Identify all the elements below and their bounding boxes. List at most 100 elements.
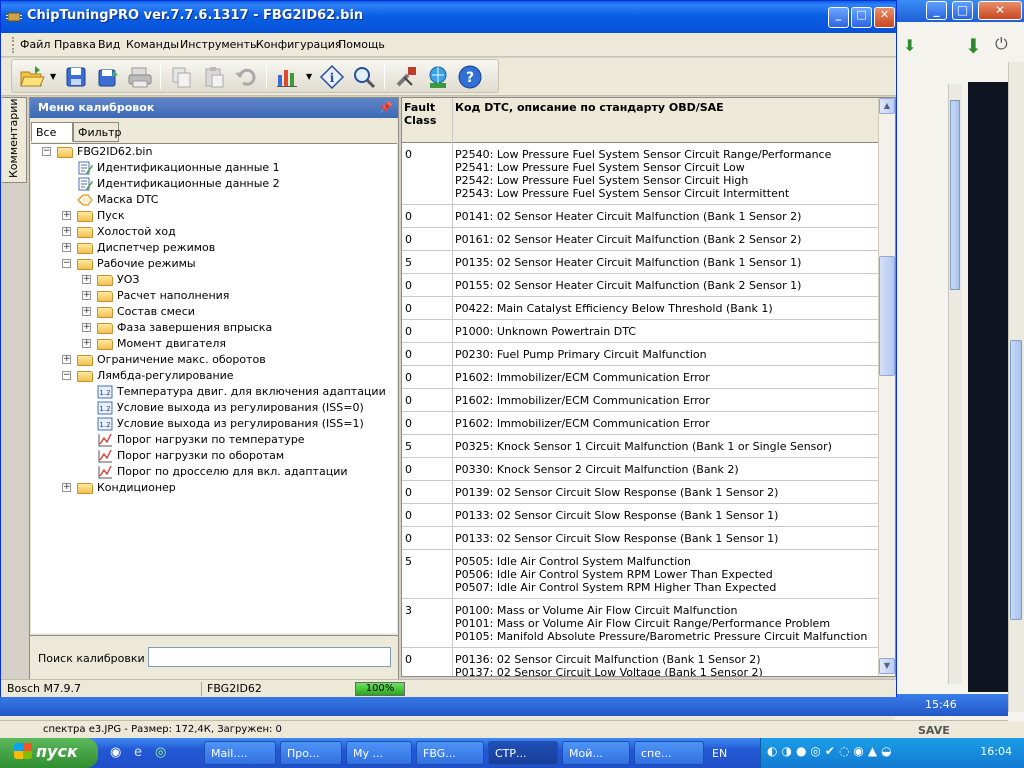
tree-item[interactable]: − Рабочие режимы [31, 256, 397, 272]
collapse-icon[interactable]: − [42, 147, 51, 156]
search-zoom-icon[interactable] [350, 63, 378, 91]
green-arrow-down-icon[interactable]: ⬇ [965, 34, 982, 58]
expand-icon[interactable]: + [82, 291, 91, 300]
table-row[interactable]: 0 P0139: 02 Sensor Circuit Slow Response … [402, 481, 879, 504]
task-opera[interactable]: Про... [280, 741, 342, 765]
save-as-icon[interactable] [94, 63, 122, 91]
tree-item[interactable]: + Пуск [31, 208, 397, 224]
tree-item[interactable]: Порог нагрузки по оборотам [31, 448, 397, 464]
collapse-icon[interactable]: − [62, 371, 71, 380]
open-dropdown-icon[interactable]: ▼ [50, 72, 56, 81]
table-row[interactable]: 0 P0141: 02 Sensor Heater Circuit Malfunc… [402, 205, 879, 228]
tree-item[interactable]: + Фаза завершения впрыска [31, 320, 397, 336]
table-row[interactable]: 3 P0100: Mass or Volume Air Flow Circuit … [402, 599, 879, 648]
table-row[interactable]: 0 P0133: 02 Sensor Circuit Slow Response … [402, 504, 879, 527]
table-row[interactable]: 5 P0135: 02 Sensor Heater Circuit Malfunc… [402, 251, 879, 274]
expand-icon[interactable]: + [62, 355, 71, 364]
menu-configuration[interactable]: Конфигурация [256, 38, 342, 51]
table-row[interactable]: 0 P0330: Knock Sensor 2 Circuit Malfuncti… [402, 458, 879, 481]
table-row[interactable]: 0 P0155: 02 Sensor Heater Circuit Malfunc… [402, 274, 879, 297]
power-icon[interactable]: ⏻ [995, 34, 1008, 54]
table-row[interactable]: 0 P0136: 02 Sensor Circuit Malfunction (B… [402, 648, 879, 676]
background-close-button[interactable]: ✕ [978, 1, 1022, 20]
tree-item[interactable]: + Кондиционер [31, 480, 397, 496]
browser-icon[interactable]: ◎ [155, 745, 166, 760]
chart-dropdown-icon[interactable]: ▼ [306, 72, 312, 81]
menubar-grip[interactable] [12, 37, 15, 53]
tree-item[interactable]: Идентификационные данные 1 [31, 160, 397, 176]
save-label[interactable]: SAVE [918, 724, 950, 737]
menu-help[interactable]: Помощь [338, 38, 385, 51]
close-button[interactable]: ✕ [874, 7, 895, 28]
ie-icon[interactable]: e [134, 745, 142, 760]
copy-icon[interactable] [168, 63, 196, 91]
table-row[interactable]: 5 P0325: Knock Sensor 1 Circuit Malfuncti… [402, 435, 879, 458]
expand-icon[interactable]: + [62, 211, 71, 220]
quicklaunch-icon[interactable]: ◉ [110, 745, 121, 760]
tray-clock[interactable]: 16:04 [980, 745, 1012, 758]
menu-file[interactable]: Файл [20, 38, 50, 51]
tree-item[interactable]: 1.2 Условие выхода из регулирования (ISS=… [31, 400, 397, 416]
tree-item[interactable]: + Состав смеси [31, 304, 397, 320]
chart-tool-icon[interactable] [274, 63, 302, 91]
table-row[interactable]: 5 P0505: Idle Air Control System Malfunct… [402, 550, 879, 599]
background-maximize-button[interactable]: □ [952, 1, 973, 20]
header-fault-class[interactable]: Fault Class [402, 98, 452, 142]
tree-item[interactable]: Идентификационные данные 2 [31, 176, 397, 192]
tab-filter[interactable]: Фильтр [73, 122, 122, 142]
expand-icon[interactable]: + [62, 243, 71, 252]
table-row[interactable]: 0 P1602: Immobilizer/ECM Communication Er… [402, 389, 879, 412]
search-input[interactable] [148, 647, 391, 667]
expand-icon[interactable]: + [82, 339, 91, 348]
help-icon[interactable]: ? [456, 63, 484, 91]
print-icon[interactable] [126, 63, 154, 91]
tree-item[interactable]: + УОЗ [31, 272, 397, 288]
tree-item[interactable]: + Ограничение макс. оборотов [31, 352, 397, 368]
undo-icon[interactable] [232, 63, 260, 91]
expand-icon[interactable]: + [82, 275, 91, 284]
comments-side-tab[interactable]: Комментарии [2, 97, 27, 183]
task-my-documents[interactable]: My ... [346, 741, 412, 765]
tray-icons[interactable]: ◐◑●◎✔◌◉▲◒ [767, 744, 896, 758]
language-indicator[interactable]: EN [712, 747, 727, 760]
menu-view[interactable]: Вид [98, 38, 120, 51]
task-fbg[interactable]: FBG... [416, 741, 484, 765]
download-icon[interactable]: ⬇ [903, 36, 916, 55]
table-scrollbar[interactable]: ▲ ▼ [878, 98, 895, 676]
menu-tools[interactable]: Инструменты [180, 38, 259, 51]
expand-icon[interactable]: + [62, 227, 71, 236]
tree-item[interactable]: + Диспетчер режимов [31, 240, 397, 256]
info-icon[interactable]: i [318, 63, 346, 91]
header-dtc-code[interactable]: Код DTC, описание по стандарту OBD/SAE [453, 98, 873, 142]
task-spectra[interactable]: спе... [634, 741, 704, 765]
expand-icon[interactable]: + [82, 307, 91, 316]
network-update-icon[interactable] [424, 63, 452, 91]
tree-item[interactable]: 1.2 Температура двиг. для включения адапт… [31, 384, 397, 400]
pin-icon[interactable]: 📌 [379, 101, 393, 114]
tree-item[interactable]: Маска DTC [31, 192, 397, 208]
tree-item[interactable]: Порог нагрузки по температуре [31, 432, 397, 448]
tools-icon[interactable] [392, 63, 420, 91]
table-row[interactable]: 0 P1602: Immobilizer/ECM Communication Er… [402, 412, 879, 435]
collapse-icon[interactable]: − [62, 259, 71, 268]
tree-item[interactable]: + Холостой ход [31, 224, 397, 240]
task-ctp[interactable]: СТР... [488, 741, 558, 765]
save-icon[interactable] [62, 63, 90, 91]
table-row[interactable]: 0 P1000: Unknown Powertrain DTC [402, 320, 879, 343]
tree-item[interactable]: 1.2 Условие выхода из регулирования (ISS=… [31, 416, 397, 432]
table-row[interactable]: 0 P0161: 02 Sensor Heater Circuit Malfunc… [402, 228, 879, 251]
background-scroll-thumb[interactable] [1010, 340, 1022, 620]
menu-commands[interactable]: Команды [126, 38, 179, 51]
task-mail[interactable]: Mail.... [204, 741, 276, 765]
tree-item[interactable]: Порог по дросселю для вкл. адаптации [31, 464, 397, 480]
table-row[interactable]: 0 P0133: 02 Sensor Circuit Slow Response … [402, 527, 879, 550]
tab-all[interactable]: Все [31, 122, 73, 142]
expand-icon[interactable]: + [62, 483, 71, 492]
menu-edit[interactable]: Правка [54, 38, 96, 51]
maximize-button[interactable]: □ [851, 7, 872, 28]
tree-item[interactable]: + Момент двигателя [31, 336, 397, 352]
background-inner-scroll-thumb[interactable] [950, 100, 960, 290]
tree-item[interactable]: − FBG2ID62.bin [31, 144, 397, 160]
start-button[interactable]: пуск [0, 738, 98, 768]
table-row[interactable]: 0 P2540: Low Pressure Fuel System Sensor … [402, 143, 879, 205]
